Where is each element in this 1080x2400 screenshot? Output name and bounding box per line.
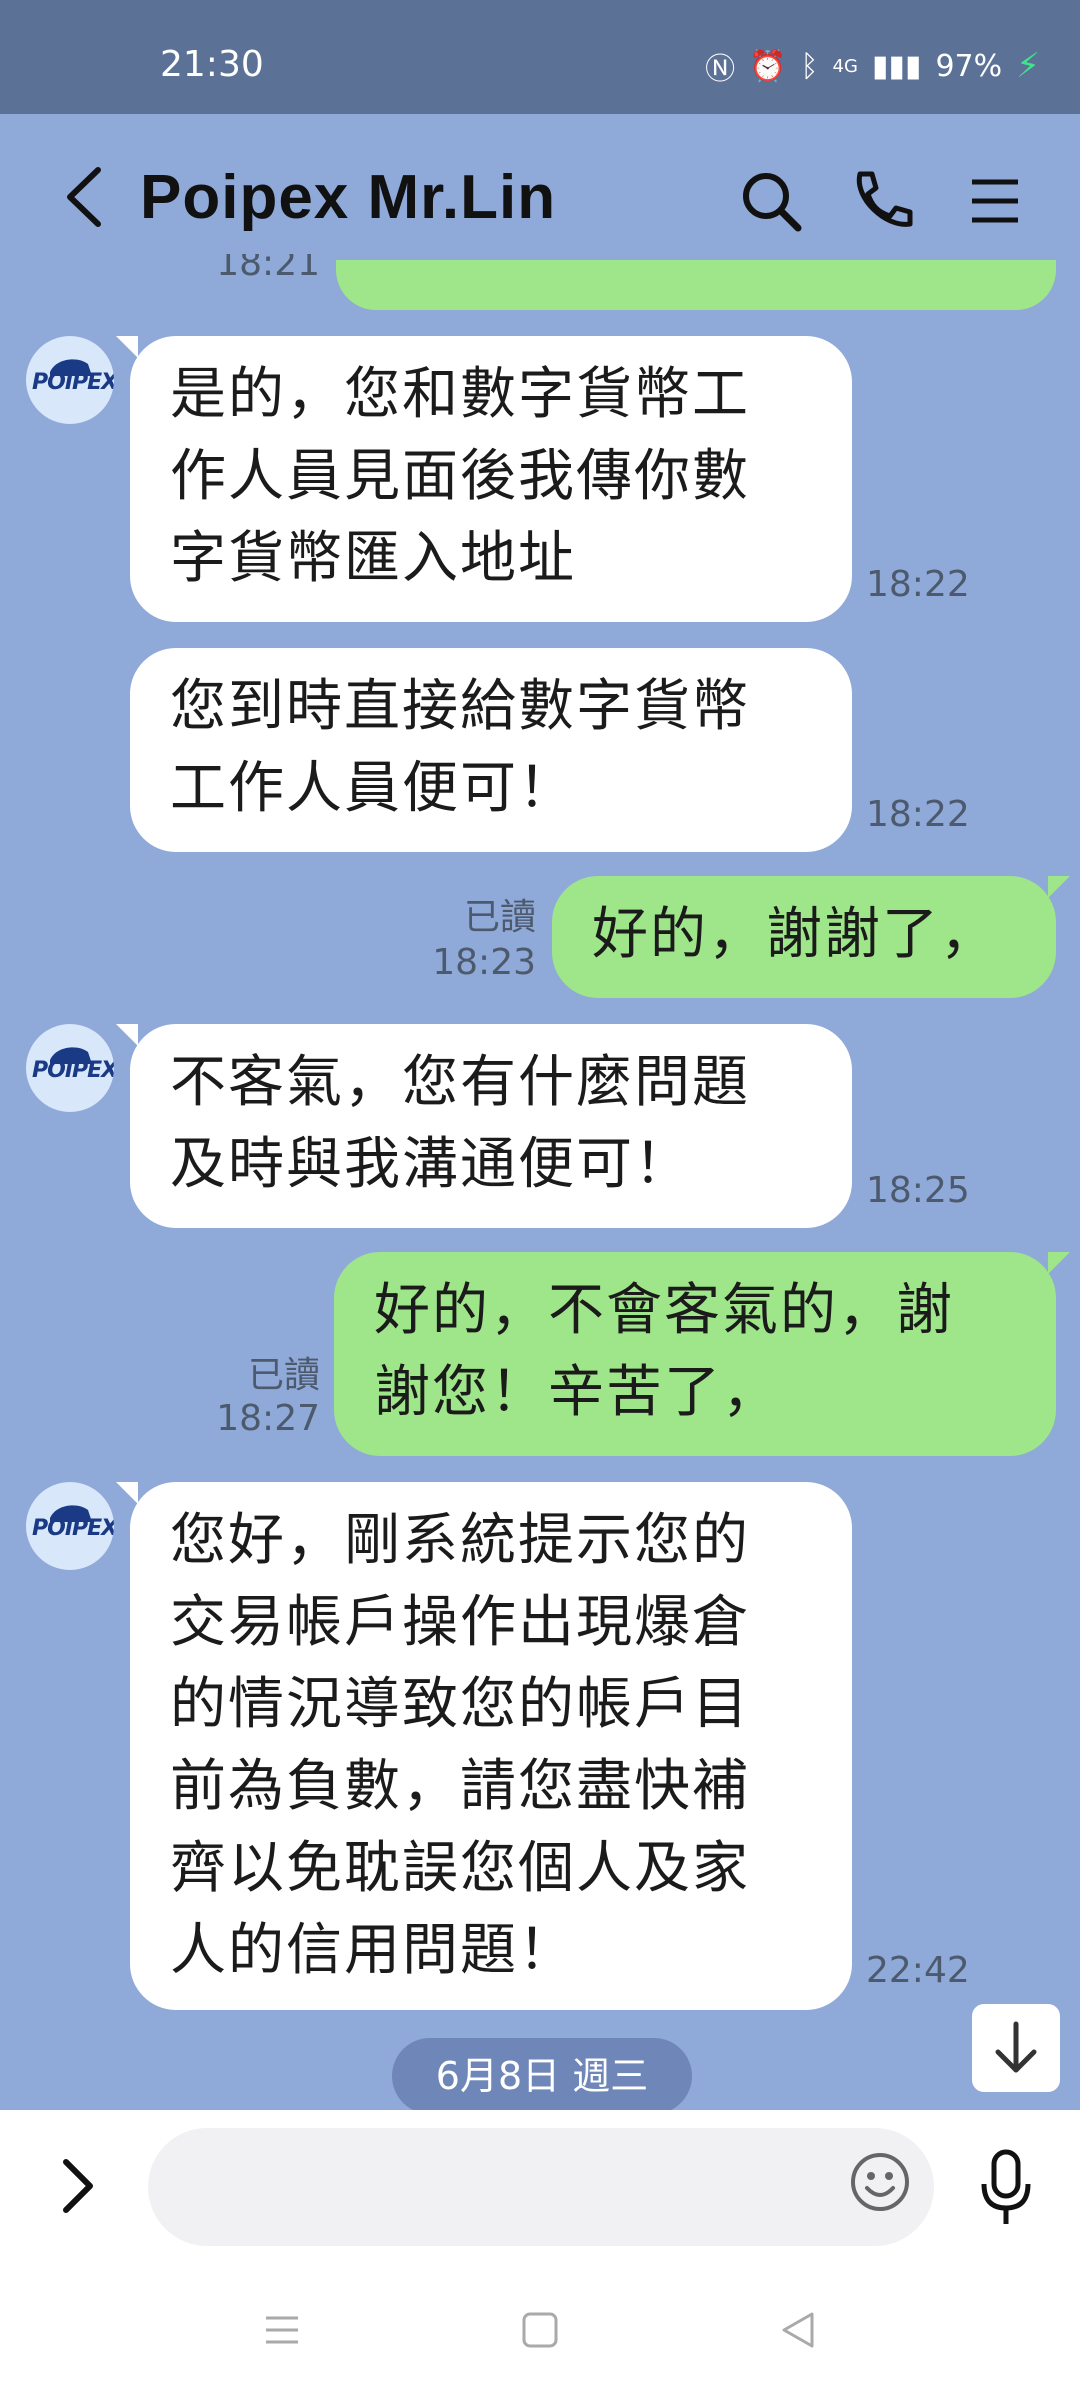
message-line: 字貨幣匯入地址	[170, 526, 576, 591]
status-bar: 21:30 Ⓝ ⏰ ᛒ 4G ▮▮▮ 97% ⚡	[0, 0, 1080, 114]
emoji-icon[interactable]	[848, 2150, 912, 2214]
message-time: 18:22	[866, 794, 970, 835]
back-icon[interactable]	[56, 162, 116, 232]
scroll-to-bottom-button[interactable]	[972, 2004, 1060, 2092]
arrow-down-icon	[995, 2021, 1037, 2073]
message-bubble[interactable]: 不客氣，您有什麼問題 及時與我溝通便可！	[116, 1024, 852, 1228]
status-icons: Ⓝ ⏰ ᛒ 4G ▮▮▮ 97% ⚡	[705, 44, 1040, 88]
message-time: 18:23	[432, 942, 536, 983]
message-bubble[interactable]: 是的，您和數字貨幣工 作人員見面後我傳你數 字貨幣匯入地址	[116, 336, 852, 622]
message-time: 22:42	[866, 1950, 970, 1991]
recent-apps-icon[interactable]	[260, 2308, 304, 2352]
date-divider: 6月8日 週三	[392, 2038, 692, 2114]
message-bubble[interactable]: 好的，謝謝了，	[552, 876, 1070, 998]
menu-icon[interactable]	[960, 166, 1030, 236]
previous-time-fragment: 18:21	[216, 254, 320, 284]
message-line: 交易帳戶操作出現爆倉	[170, 1590, 750, 1655]
message-line: 作人員見面後我傳你數	[170, 444, 750, 509]
system-nav-bar	[0, 2260, 1080, 2400]
signal-icon: ▮▮▮	[871, 48, 922, 84]
message-time: 18:27	[216, 1398, 320, 1439]
message-line: 不客氣，您有什麼問題	[170, 1050, 750, 1115]
read-receipt: 已讀	[463, 897, 536, 938]
message-line: 齊以免耽誤您個人及家	[170, 1836, 750, 1901]
avatar[interactable]: POIPEX	[26, 1024, 114, 1112]
charging-icon: ⚡	[1016, 46, 1040, 86]
chat-title: Poipex Mr.Lin	[140, 163, 557, 232]
message-input-bar	[0, 2110, 1080, 2260]
home-icon[interactable]	[518, 2308, 562, 2352]
avatar[interactable]: POIPEX	[26, 336, 114, 424]
previous-message-fragment	[336, 260, 1056, 310]
message-line: 及時與我溝通便可！	[170, 1132, 692, 1197]
message-line: 人的信用問題！	[170, 1918, 576, 1983]
chat-header: Poipex Mr.Lin	[0, 114, 1080, 280]
message-line: 前為負數，請您盡快補	[170, 1754, 750, 1819]
message-line: 是的，您和數字貨幣工	[170, 362, 750, 427]
message-line: 好的，謝謝了，	[592, 902, 998, 967]
message-line: 您好，剛系統提示您的	[170, 1508, 750, 1573]
alarm-icon: ⏰	[749, 48, 787, 84]
phone-icon[interactable]	[846, 166, 916, 236]
message-input[interactable]	[148, 2128, 934, 2246]
expand-icon[interactable]	[52, 2154, 102, 2218]
message-line: 謝您！辛苦了，	[374, 1360, 780, 1425]
avatar[interactable]: POIPEX	[26, 1482, 114, 1570]
search-icon[interactable]	[736, 166, 806, 236]
message-time: 18:22	[866, 564, 970, 605]
message-bubble[interactable]: 好的，不會客氣的，謝 謝您！辛苦了，	[334, 1252, 1070, 1456]
bluetooth-icon: ᛒ	[800, 48, 819, 84]
message-line: 好的，不會客氣的，謝	[374, 1278, 954, 1343]
signal-label: 4G	[832, 55, 858, 77]
microphone-icon[interactable]	[972, 2146, 1040, 2228]
message-line: 工作人員便可！	[170, 756, 576, 821]
read-receipt: 已讀	[247, 1355, 320, 1396]
battery-percent: 97%	[935, 48, 1003, 84]
message-time: 18:25	[866, 1170, 970, 1211]
status-time: 21:30	[160, 44, 264, 85]
message-bubble[interactable]: 您好，剛系統提示您的 交易帳戶操作出現爆倉 的情況導致您的帳戶目 前為負數，請您…	[116, 1482, 852, 2010]
back-nav-icon[interactable]	[776, 2308, 820, 2352]
message-line: 您到時直接給數字貨幣	[170, 674, 750, 739]
message-line: 的情況導致您的帳戶目	[170, 1672, 750, 1737]
nfc-icon: Ⓝ	[705, 52, 736, 87]
message-bubble[interactable]: 您到時直接給數字貨幣 工作人員便可！	[130, 648, 852, 852]
